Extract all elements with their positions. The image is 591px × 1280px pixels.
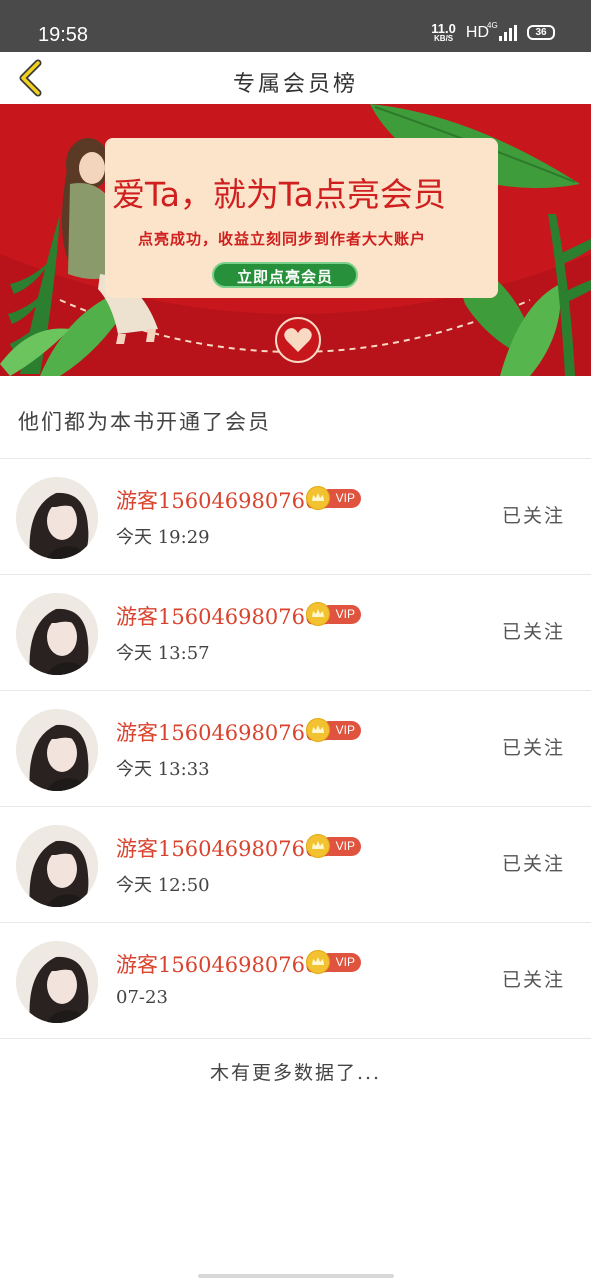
light-up-member-button[interactable]: 立即点亮会员 [212,262,358,288]
member-time: 今天 13:33 [116,759,210,780]
follow-status-button[interactable]: 已关注 [502,617,565,644]
status-indicators: 11.0 KB/S HD 4G 36 [431,21,555,43]
nav-bar: 专属会员榜 [0,52,591,104]
avatar[interactable] [16,709,98,791]
vip-badge: VIP [306,950,361,974]
avatar[interactable] [16,941,98,1023]
vip-badge: VIP [306,834,361,858]
no-more-data-text: 木有更多数据了... [209,1062,382,1084]
avatar[interactable] [16,825,98,907]
status-bar: 19:58 11.0 KB/S HD 4G 36 [0,0,591,52]
page-title: 专属会员榜 [232,72,358,97]
vip-badge: VIP [306,602,361,626]
avatar-image [16,825,98,907]
network-speed: 11.0 KB/S [431,22,456,43]
member-row[interactable]: 游客1560469807668 VIP 07-23 已关注 [0,923,591,1039]
follow-status-button[interactable]: 已关注 [502,849,565,876]
member-name[interactable]: 游客1560469807668 [116,485,332,515]
divider [0,1038,591,1039]
avatar-image [16,593,98,675]
member-name[interactable]: 游客1560469807668 [116,949,332,979]
avatar-image [16,709,98,791]
member-row[interactable]: 游客1560469807668 VIP 今天 13:33 已关注 [0,691,591,807]
section-title: 他们都为本书开通了会员 [18,410,271,434]
follow-status-button[interactable]: 已关注 [502,733,565,760]
status-time: 19:58 [38,24,89,46]
member-time: 07-23 [116,987,168,1008]
member-row[interactable]: 游客1560469807668 VIP 今天 12:50 已关注 [0,807,591,923]
member-row[interactable]: 游客1560469807668 VIP 今天 19:29 已关注 [0,459,591,575]
crown-icon [306,950,330,974]
crown-icon [306,718,330,742]
crown-icon [306,602,330,626]
promo-banner[interactable]: 爱Ta，就为Ta点亮会员 点亮成功，收益立刻同步到作者大大账户 立即点亮会员 [0,104,591,376]
crown-icon [306,834,330,858]
avatar-image [16,941,98,1023]
avatar-image [16,477,98,559]
battery-icon: 36 [527,25,555,40]
follow-status-button[interactable]: 已关注 [502,501,565,528]
network-type: 4G [487,20,498,30]
home-indicator[interactable] [198,1274,394,1278]
follow-status-button[interactable]: 已关注 [502,965,565,992]
member-time: 今天 19:29 [116,527,210,548]
member-name[interactable]: 游客1560469807668 [116,833,332,863]
battery-level: 36 [535,27,547,38]
member-row[interactable]: 游客1560469807668 VIP 今天 13:57 已关注 [0,575,591,691]
member-name[interactable]: 游客1560469807668 [116,601,332,631]
member-name[interactable]: 游客1560469807668 [116,717,332,747]
crown-icon [306,486,330,510]
member-time: 今天 13:57 [116,643,210,664]
banner-subtitle: 点亮成功，收益立刻同步到作者大大账户 [138,230,427,248]
network-speed-unit: KB/S [434,34,454,43]
vip-badge: VIP [306,486,361,510]
signal-icon: 4G [487,21,517,41]
hd-indicator: HD [465,23,489,41]
vip-badge: VIP [306,718,361,742]
banner-headline: 爱Ta，就为Ta点亮会员 [112,175,446,214]
avatar[interactable] [16,593,98,675]
avatar[interactable] [16,477,98,559]
member-time: 今天 12:50 [116,875,210,896]
